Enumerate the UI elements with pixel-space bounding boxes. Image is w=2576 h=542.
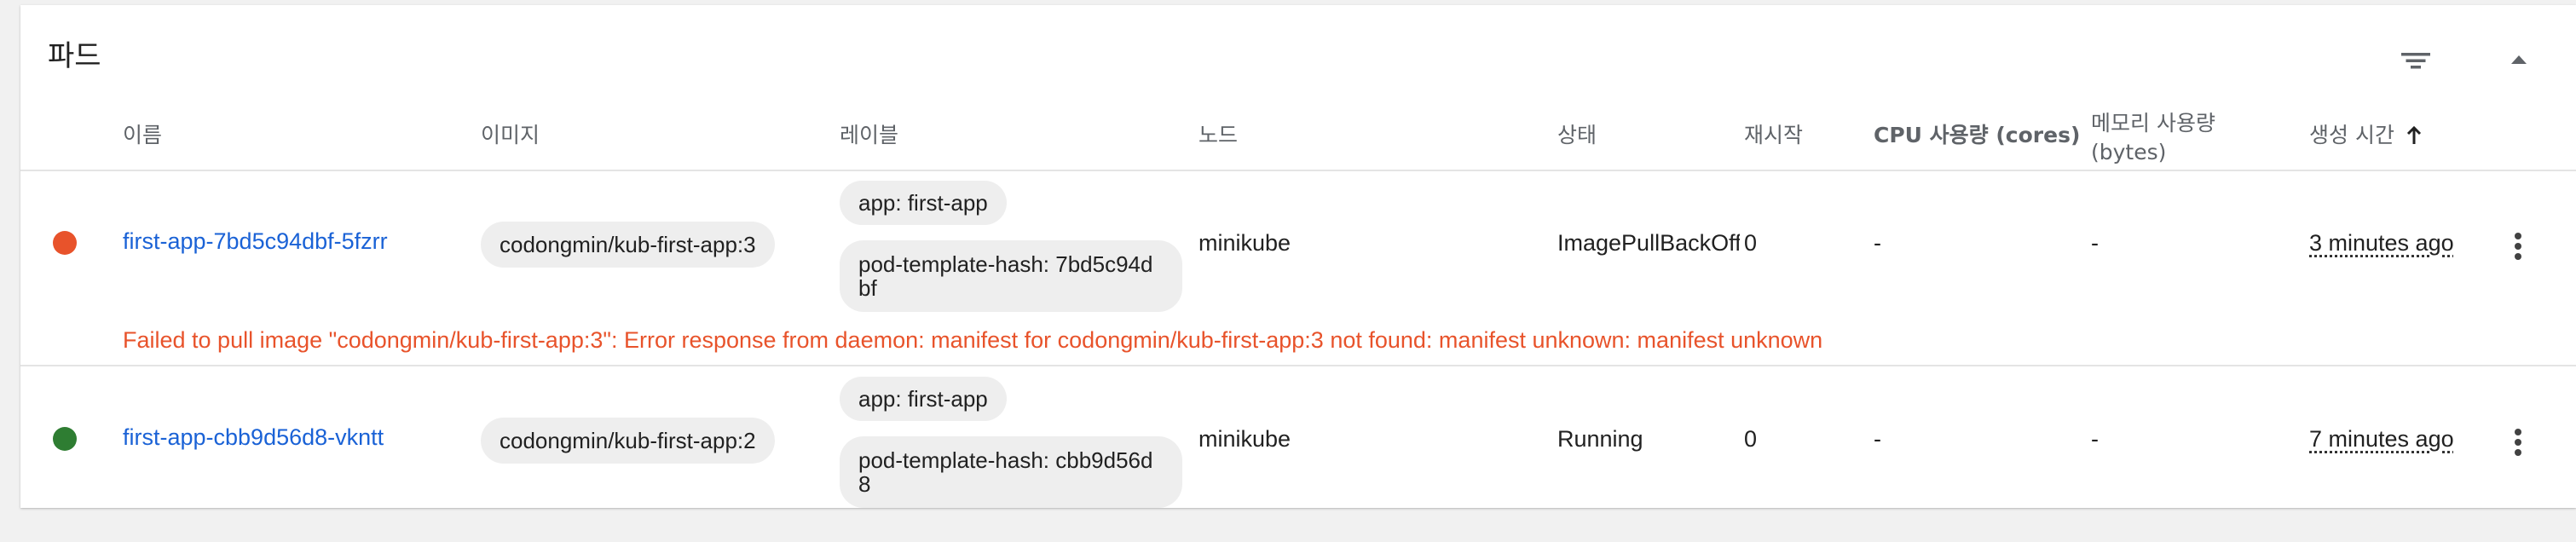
restarts-cell: 0 <box>1744 230 1758 256</box>
column-header-created-label: 생성 시간 <box>2309 123 2394 147</box>
row-menu-button[interactable] <box>2501 222 2535 270</box>
filter-icon <box>2401 53 2430 69</box>
column-header-status: 상태 <box>1557 123 1597 147</box>
column-header-memory: 메모리 사용량 (bytes) <box>2091 109 2215 167</box>
pod-name-link[interactable]: first-app-7bd5c94dbf-5fzrr <box>123 228 388 255</box>
pod-name-link[interactable]: first-app-cbb9d56d8-vkntt <box>123 424 384 451</box>
error-message: Failed to pull image "codongmin/kub-firs… <box>123 327 1823 353</box>
column-header-cpu: CPU 사용량 (cores) <box>1874 123 2081 147</box>
panel-title: 파드 <box>48 39 101 73</box>
chevron-up-icon <box>2511 55 2527 64</box>
status-ok-icon <box>53 427 77 451</box>
label-chip: pod-template-hash: 7bd5c94dbf <box>840 240 1182 312</box>
label-chip: app: first-app <box>840 377 1007 421</box>
column-header-memory-line2: (bytes) <box>2091 140 2167 164</box>
collapse-button[interactable] <box>2492 36 2544 84</box>
column-header-created[interactable]: 생성 시간 <box>2309 121 2427 150</box>
filter-button[interactable] <box>2387 36 2438 84</box>
column-header-restarts: 재시작 <box>1744 123 1804 147</box>
column-header-node: 노드 <box>1198 123 1239 147</box>
memory-cell: - <box>2091 230 2099 256</box>
column-header-labels: 레이블 <box>840 123 899 147</box>
header-divider <box>20 170 2576 171</box>
created-time[interactable]: 3 minutes ago <box>2309 228 2454 257</box>
status-cell: Running <box>1557 426 1643 452</box>
memory-cell: - <box>2091 426 2099 452</box>
column-header-image: 이미지 <box>481 123 540 147</box>
label-chip: app: first-app <box>840 181 1007 225</box>
status-cell: ImagePullBackOff <box>1557 230 1740 256</box>
column-header-memory-line1: 메모리 사용량 <box>2091 111 2215 136</box>
column-header-name: 이름 <box>123 123 163 147</box>
cpu-cell: - <box>1874 426 1881 452</box>
row-divider <box>20 365 2576 366</box>
node-cell: minikube <box>1198 426 1291 452</box>
label-chip: pod-template-hash: cbb9d56d8 <box>840 436 1182 508</box>
image-chip: codongmin/kub-first-app:2 <box>481 418 775 464</box>
image-chip: codongmin/kub-first-app:3 <box>481 222 775 268</box>
row-menu-button[interactable] <box>2501 418 2535 466</box>
status-error-icon <box>53 231 77 255</box>
arrow-up-icon <box>2406 125 2422 144</box>
pods-panel: 파드 이름 이미지 레이블 노드 상태 재시작 CPU 사용량 (cores) … <box>20 5 2576 508</box>
node-cell: minikube <box>1198 230 1291 256</box>
cpu-cell: - <box>1874 230 1881 256</box>
created-time[interactable]: 7 minutes ago <box>2309 424 2454 453</box>
restarts-cell: 0 <box>1744 426 1758 452</box>
